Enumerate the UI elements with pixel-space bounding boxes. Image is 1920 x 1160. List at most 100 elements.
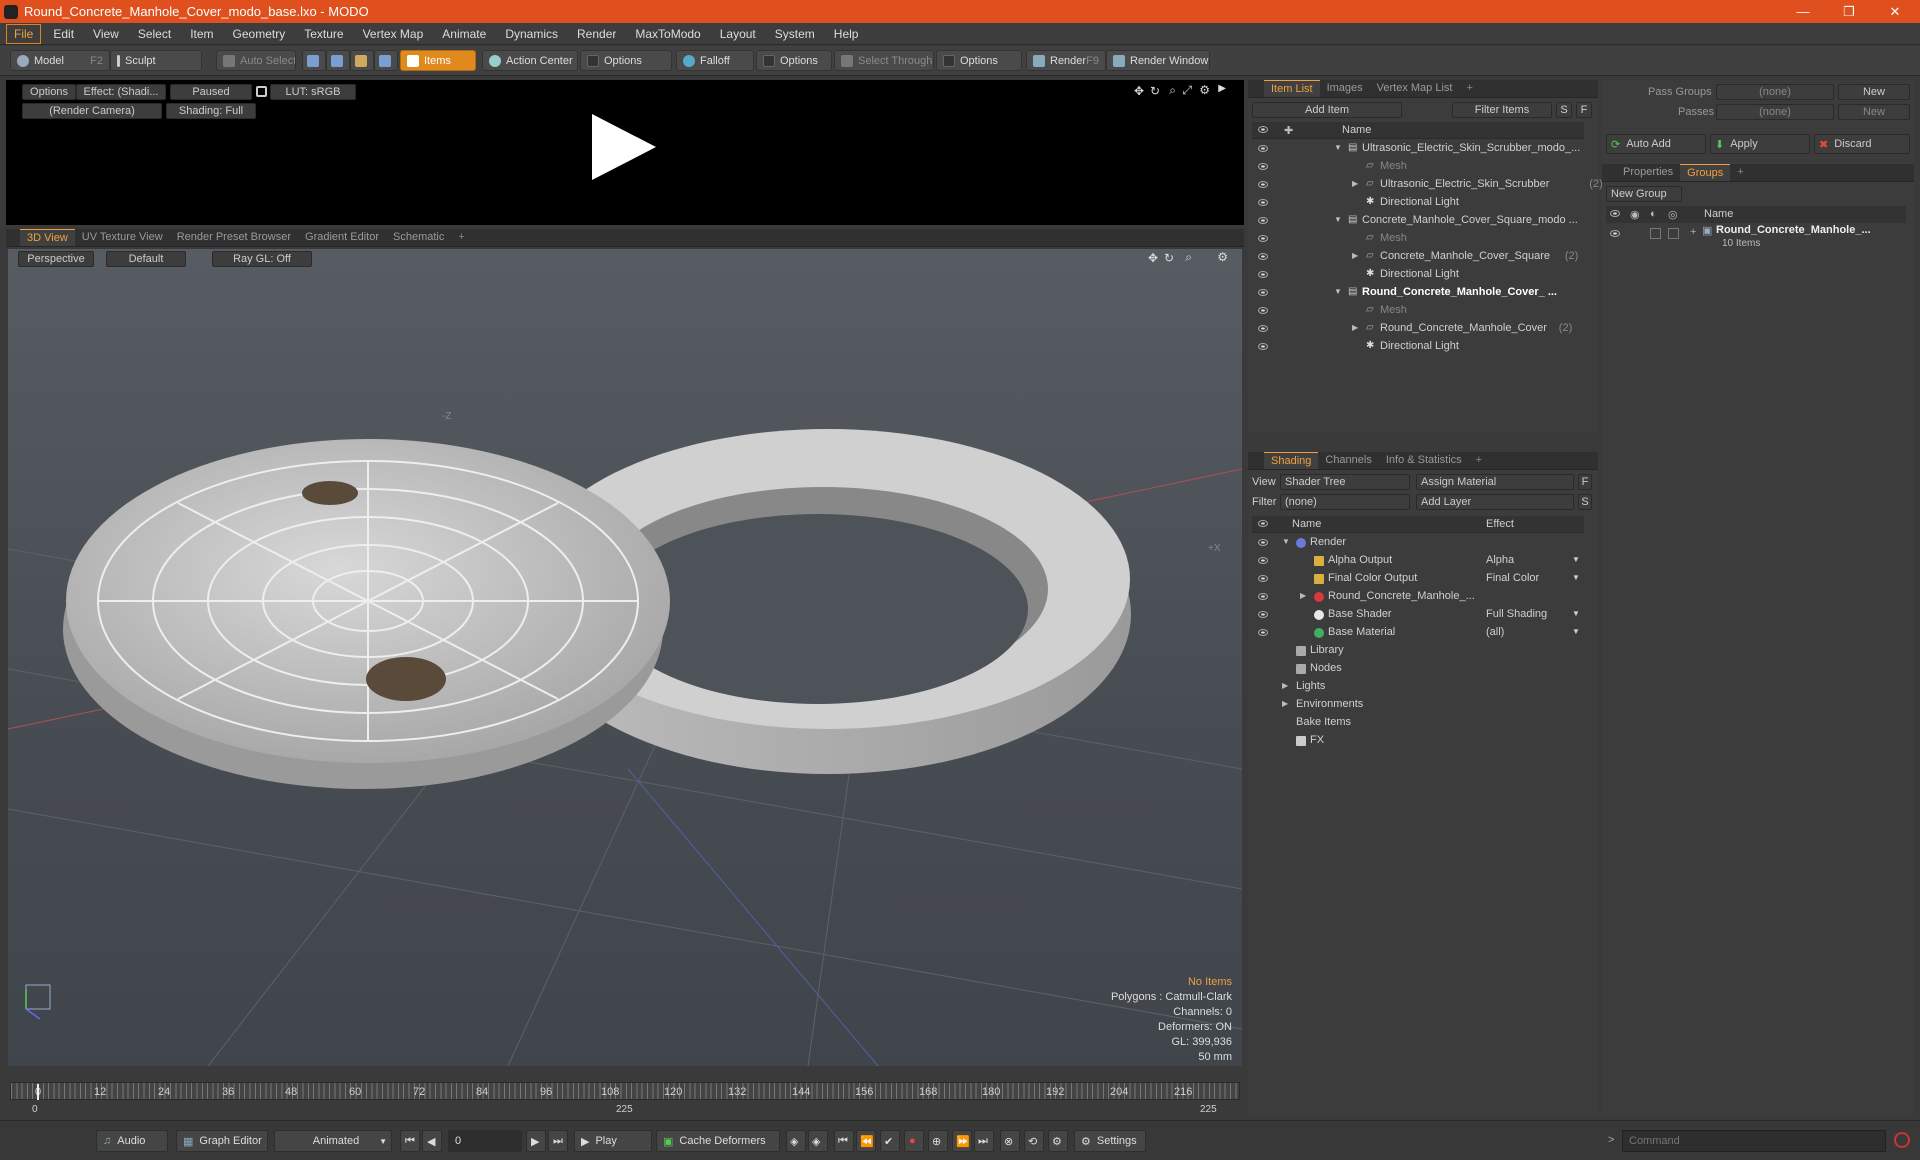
shader-effect-value[interactable]: Full Shading bbox=[1486, 608, 1547, 620]
menu-system[interactable]: System bbox=[768, 25, 822, 43]
name-column-header[interactable]: Name bbox=[1704, 208, 1733, 220]
close-button[interactable]: ✕ bbox=[1872, 0, 1918, 23]
move-view-icon[interactable]: ✥ bbox=[1148, 251, 1158, 265]
tab-uv-texture-view[interactable]: UV Texture View bbox=[75, 229, 170, 246]
menu-render[interactable]: Render bbox=[570, 25, 623, 43]
maximize-view-icon[interactable]: ⤢ bbox=[1182, 83, 1192, 98]
assign-material-dropdown[interactable]: Assign Material bbox=[1416, 474, 1574, 490]
next-keyframe-button[interactable]: ⏭ bbox=[974, 1130, 994, 1152]
shader-tree-row[interactable]: ▼ Render bbox=[1252, 534, 1584, 552]
tab-properties[interactable]: Properties bbox=[1616, 164, 1680, 181]
shader-tree-row[interactable]: ▶ Round_Concrete_Manhole_... bbox=[1252, 588, 1584, 606]
menu-animate[interactable]: Animate bbox=[435, 25, 493, 43]
menu-file[interactable]: File bbox=[6, 23, 42, 44]
menu-select[interactable]: Select bbox=[131, 25, 178, 43]
channels-button[interactable]: ⚙ bbox=[1048, 1130, 1068, 1152]
item-list-row[interactable]: ▼ ▤ Round_Concrete_Manhole_Cover_ ... bbox=[1252, 284, 1584, 302]
eye-icon[interactable] bbox=[1258, 199, 1268, 206]
preview-effect-dropdown[interactable]: Effect: (Shadi... bbox=[76, 84, 166, 100]
f-toggle-button[interactable]: F bbox=[1578, 474, 1592, 490]
tab-3d-view[interactable]: 3D View bbox=[20, 229, 75, 246]
eye-icon[interactable] bbox=[1258, 289, 1268, 296]
filter-items-field[interactable]: Filter Items bbox=[1452, 102, 1552, 118]
key-all-button[interactable]: ◈ bbox=[808, 1130, 828, 1152]
eye-icon[interactable] bbox=[1258, 611, 1268, 618]
tab-render-preset-browser[interactable]: Render Preset Browser bbox=[170, 229, 298, 246]
items-mode-button[interactable]: Items bbox=[400, 50, 476, 71]
eye-icon[interactable] bbox=[1258, 253, 1268, 260]
shader-tree-row[interactable]: Alpha Output Alpha ▼ bbox=[1252, 552, 1584, 570]
item-list-row[interactable]: ▶ ▱ Concrete_Manhole_Cover_Square (2) bbox=[1252, 248, 1584, 266]
auto-add-button[interactable]: ⟳ Auto Add bbox=[1606, 134, 1706, 154]
menu-maxtomodo[interactable]: MaxToModo bbox=[628, 25, 707, 43]
expand-plus-icon[interactable]: + bbox=[1690, 226, 1696, 238]
eye-icon[interactable] bbox=[1258, 539, 1268, 546]
eye-icon[interactable] bbox=[1258, 325, 1268, 332]
new-group-button[interactable]: New Group bbox=[1606, 186, 1682, 202]
eye-icon[interactable] bbox=[1258, 593, 1268, 600]
group-row[interactable]: + ▣ Round_Concrete_Manhole_... 10 Items bbox=[1606, 224, 1906, 254]
eye-icon[interactable] bbox=[1258, 557, 1268, 564]
new-pass-button[interactable]: New bbox=[1838, 104, 1910, 120]
select-through-button[interactable]: Select Through bbox=[834, 50, 934, 71]
select-checkbox[interactable] bbox=[1668, 228, 1679, 239]
chevron-down-icon[interactable]: ▼ bbox=[1572, 573, 1580, 582]
graph-editor-button[interactable]: ▦ Graph Editor bbox=[176, 1130, 268, 1152]
command-input[interactable] bbox=[1622, 1130, 1886, 1152]
expand-arrow-icon[interactable]: ▶ bbox=[1218, 83, 1226, 94]
falloff-options-button[interactable]: Options bbox=[756, 50, 832, 71]
timeline[interactable]: 0 12 24 36 48 60 72 84 96 108 120 132 14… bbox=[6, 1072, 1244, 1118]
f-toggle-button[interactable]: F bbox=[1576, 102, 1592, 118]
model-mode-button[interactable]: Model F2 bbox=[10, 50, 110, 71]
minimize-button[interactable]: — bbox=[1780, 0, 1826, 23]
menu-edit[interactable]: Edit bbox=[46, 25, 81, 43]
apply-button[interactable]: ⬇ Apply bbox=[1710, 134, 1810, 154]
render-button[interactable]: Render F9 bbox=[1026, 50, 1106, 71]
tab-item-list[interactable]: Item List bbox=[1264, 80, 1320, 97]
collapse-arrow-icon[interactable]: ▼ bbox=[1334, 287, 1342, 296]
loop-button[interactable]: ⟲ bbox=[1024, 1130, 1044, 1152]
tab-schematic[interactable]: Schematic bbox=[386, 229, 451, 246]
add-item-dropdown[interactable]: Add Item bbox=[1252, 102, 1402, 118]
raygl-dropdown[interactable]: Ray GL: Off bbox=[212, 251, 312, 267]
item-list-row[interactable]: ▶ ▱ Ultrasonic_Electric_Skin_Scrubber (2) bbox=[1252, 176, 1603, 194]
expand-arrow-icon[interactable]: ▶ bbox=[1352, 323, 1358, 332]
play-button[interactable]: ▶ Play bbox=[574, 1130, 652, 1152]
tab-gradient-editor[interactable]: Gradient Editor bbox=[298, 229, 386, 246]
key-icon-button[interactable]: ◈ bbox=[786, 1130, 806, 1152]
shader-tree-row[interactable]: Nodes bbox=[1252, 660, 1584, 678]
zoom-view-icon[interactable]: ⌕ bbox=[1169, 83, 1176, 98]
effect-column-header[interactable]: Effect bbox=[1486, 518, 1514, 530]
gear-icon[interactable]: ⚙ bbox=[1217, 250, 1228, 264]
shader-tree-row[interactable]: ▶ Lights bbox=[1252, 678, 1584, 696]
collapse-arrow-icon[interactable]: ▼ bbox=[1282, 537, 1290, 546]
zoom-view-icon[interactable]: ⌕ bbox=[1185, 250, 1192, 265]
manhole-lid-mesh[interactable] bbox=[63, 439, 670, 789]
animated-dropdown[interactable]: Animated ▼ bbox=[274, 1130, 392, 1152]
menu-vertex-map[interactable]: Vertex Map bbox=[356, 25, 431, 43]
gear-icon[interactable]: ⚙ bbox=[1199, 83, 1210, 97]
chevron-down-icon[interactable]: ▼ bbox=[1572, 555, 1580, 564]
view-dropdown[interactable]: Shader Tree bbox=[1280, 474, 1410, 490]
item-list-row[interactable]: ▱ Mesh bbox=[1252, 302, 1584, 320]
tab-groups[interactable]: Groups bbox=[1680, 164, 1731, 181]
item-list-row[interactable]: ✱ Directional Light bbox=[1252, 194, 1584, 212]
record-button[interactable]: ● bbox=[904, 1130, 924, 1152]
select-through-options-button[interactable]: Options bbox=[936, 50, 1022, 71]
menu-help[interactable]: Help bbox=[827, 25, 866, 43]
lock-checkbox[interactable] bbox=[1650, 228, 1661, 239]
expand-arrow-icon[interactable]: ▶ bbox=[1282, 681, 1288, 690]
go-to-end-button[interactable]: ⏭ bbox=[548, 1130, 568, 1152]
shader-tree-row[interactable]: Bake Items bbox=[1252, 714, 1584, 732]
3d-viewport[interactable]: Perspective Default Ray GL: Off ✥ ↻ ⌕ ⚙ … bbox=[8, 249, 1242, 1066]
filter-dropdown[interactable]: (none) bbox=[1280, 494, 1410, 510]
eye-icon[interactable] bbox=[1258, 181, 1268, 188]
add-tab-button[interactable]: + bbox=[1459, 80, 1479, 97]
menu-dynamics[interactable]: Dynamics bbox=[498, 25, 565, 43]
vertices-mode-button[interactable] bbox=[302, 50, 326, 71]
prev-keyframe-button[interactable]: ⏮ bbox=[834, 1130, 854, 1152]
menu-layout[interactable]: Layout bbox=[713, 25, 763, 43]
item-list-row[interactable]: ▼ ▤ Concrete_Manhole_Cover_Square_modo ... bbox=[1252, 212, 1584, 230]
menu-geometry[interactable]: Geometry bbox=[226, 25, 293, 43]
add-layer-dropdown[interactable]: Add Layer bbox=[1416, 494, 1574, 510]
